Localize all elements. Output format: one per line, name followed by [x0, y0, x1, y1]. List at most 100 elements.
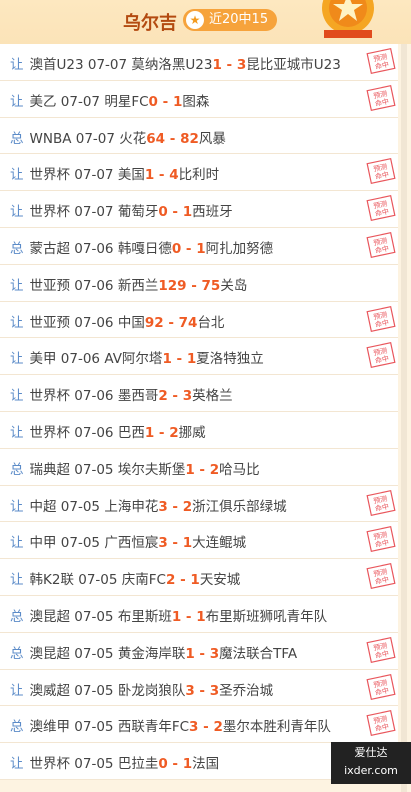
home-score: 1: [144, 167, 155, 184]
bet-type-tag: 总: [10, 719, 24, 736]
bet-type-tag: 让: [10, 314, 24, 331]
away-score: 1: [182, 535, 193, 552]
away-score: 3: [236, 57, 247, 73]
prediction-hit-stamp-icon: 预测命中: [366, 710, 396, 737]
away-team: 西班牙: [192, 204, 233, 221]
prediction-list: 让澳首U23 07-07 莫纳洛黑U231 - 3昆比亚城市U23 预测 命中让美乙…: [0, 44, 398, 780]
list-item[interactable]: 总 WNBA 07-07 火花64 - 82风暴: [0, 117, 398, 155]
list-item[interactable]: 总瑞典超 07-05 埃尔夫斯堡1 - 2哈马比: [0, 448, 398, 486]
bet-type-tag: 总: [10, 130, 24, 147]
away-team: 台北: [197, 314, 225, 331]
list-item[interactable]: 让世亚预 07-06 中国92 - 74台北 预测 命中: [0, 301, 398, 339]
bet-type-tag: 让: [10, 277, 24, 294]
list-item[interactable]: 让美乙 07-07 明星FC0 - 1图森 预测 命中: [0, 80, 398, 118]
home-score: 1: [171, 608, 182, 625]
match-date: 07-05: [78, 572, 118, 589]
match-date: 07-06: [74, 240, 114, 257]
list-item[interactable]: 总澳昆超 07-05 布里斯班1 - 1布里斯班狮吼青年队: [0, 595, 398, 633]
list-item[interactable]: 让韩K2联 07-05 庆南FC2 - 1天安城 预测 命中: [0, 559, 398, 596]
bet-type-tag: 总: [10, 461, 24, 478]
score-separator: -: [167, 388, 183, 405]
list-item[interactable]: 让中超 07-05 上海申花3 - 2浙江俱乐部绿城 预测 命中: [0, 485, 398, 523]
bet-type-tag: 让: [10, 682, 24, 699]
match-text: 总 WNBA 07-07 火花64 - 82风暴: [10, 127, 226, 147]
prediction-hit-stamp-icon: 预测命中: [366, 563, 396, 590]
match-text: 让世界杯 07-07 美国1 - 4比利时: [10, 163, 219, 183]
away-team: 圣乔治城: [219, 682, 274, 699]
home-score: 129: [158, 277, 187, 294]
away-team: 法国: [192, 756, 220, 773]
prediction-hit-stamp-icon: 预测命中: [366, 342, 396, 369]
match-text: 让世界杯 07-06 巴西1 - 2挪威: [10, 421, 206, 441]
home-score: 0: [148, 93, 158, 110]
home-score: 2: [165, 572, 176, 589]
match-date: 07-07: [75, 130, 115, 147]
home-score: 1: [162, 351, 172, 368]
list-item[interactable]: 让世界杯 07-07 葡萄牙0 - 1西班牙 预测 命中: [0, 191, 398, 228]
league-label: 世界杯: [29, 204, 71, 221]
list-item[interactable]: 总蒙古超 07-06 韩嘎日德0 - 1阿扎加努德 预测 命中: [0, 227, 398, 265]
list-item[interactable]: 让世亚预 07-06 新西兰129 - 75关岛: [0, 264, 398, 302]
match-text: 让中超 07-05 上海申花3 - 2浙江俱乐部绿城: [10, 495, 287, 515]
bet-type-tag: 让: [10, 93, 24, 110]
score-separator: -: [181, 240, 197, 257]
league-label: 世亚预: [29, 277, 71, 294]
away-score: 3: [182, 388, 193, 405]
home-team: 巴拉圭: [117, 756, 159, 773]
away-team: 浙江俱乐部绿城: [192, 498, 287, 515]
home-team: 新西兰: [117, 277, 159, 294]
away-score: 3: [209, 682, 220, 699]
away-score: 82: [180, 130, 199, 147]
match-text: 总澳维甲 07-05 西联青年FC3 - 2墨尔本胜利青年队: [10, 715, 331, 735]
list-item[interactable]: 让澳首U23 07-07 莫纳洛黑U231 - 3昆比亚城市U23 预测 命中: [0, 44, 398, 81]
away-score: 2: [213, 719, 223, 736]
match-text: 让世界杯 07-05 巴拉圭0 - 1法国: [10, 752, 219, 772]
list-item[interactable]: 让世界杯 07-06 墨西哥2 - 3英格兰: [0, 375, 398, 412]
match-text: 让中甲 07-05 广西恒宸3 - 1大连鲲城: [10, 531, 246, 551]
home-score: 1: [185, 645, 195, 662]
match-date: 07-05: [74, 756, 114, 773]
home-team: 莫纳洛黑U23: [131, 57, 213, 73]
scrollbar[interactable]: [401, 44, 407, 792]
league-label: 澳昆超: [29, 608, 71, 625]
match-text: 总瑞典超 07-05 埃尔夫斯堡1 - 2哈马比: [10, 458, 260, 478]
home-score: 92: [144, 314, 164, 331]
score-separator: -: [194, 461, 210, 478]
bet-type-tag: 让: [10, 57, 24, 73]
prediction-hit-stamp-icon: 预测命中: [366, 195, 396, 222]
home-score: 3: [158, 498, 168, 515]
prediction-hit-stamp-icon: 预测命中: [366, 48, 396, 74]
list-item[interactable]: 总澳维甲 07-05 西联青年FC3 - 2墨尔本胜利青年队 预测 命中: [0, 706, 398, 744]
league-label: 中超: [29, 498, 57, 515]
match-text: 让澳首U23 07-07 莫纳洛黑U231 - 3昆比亚城市U23: [10, 53, 341, 73]
bet-type-tag: 让: [10, 388, 24, 405]
score-separator: -: [221, 57, 237, 73]
list-item[interactable]: 让世界杯 07-06 巴西1 - 2挪威: [0, 411, 398, 449]
home-team: 西联青年FC: [117, 719, 190, 736]
match-date: 07-06: [74, 277, 114, 294]
list-item[interactable]: 总澳昆超 07-05 黄金海岸联1 - 3魔法联合TFA 预测 命中: [0, 632, 398, 670]
prediction-hit-stamp-icon: 预测命中: [366, 84, 396, 111]
home-score: 2: [158, 388, 168, 405]
match-text: 让世界杯 07-06 墨西哥2 - 3英格兰: [10, 384, 233, 404]
watermark: 爱仕达 ixder.com: [331, 742, 411, 784]
medal-star-icon: [322, 0, 374, 38]
list-item[interactable]: 让世界杯 07-07 美国1 - 4比利时 预测 命中: [0, 154, 398, 192]
league-label: 世界杯: [29, 424, 71, 441]
bet-type-tag: 让: [10, 424, 24, 441]
league-label: WNBA: [29, 130, 72, 147]
away-score: 1: [196, 608, 206, 625]
away-team: 昆比亚城市U23: [246, 57, 341, 73]
list-item[interactable]: 让澳威超 07-05 卧龙岗狼队3 - 3圣乔治城 预测 命中: [0, 669, 398, 707]
star-icon: ★: [186, 11, 204, 29]
score-separator: -: [167, 204, 183, 221]
away-team: 魔法联合TFA: [219, 645, 298, 662]
home-score: 3: [158, 535, 168, 552]
list-item[interactable]: 让美甲 07-06 AV阿尔塔1 - 1夏洛特独立 预测 命中: [0, 338, 398, 376]
away-team: 天安城: [199, 572, 241, 589]
home-team: 巴西: [117, 424, 145, 441]
list-item[interactable]: 让中甲 07-05 广西恒宸3 - 1大连鲲城 预测 命中: [0, 522, 398, 560]
away-score: 2: [209, 461, 220, 478]
league-label: 澳首U23: [29, 57, 84, 73]
match-date: 07-07: [74, 167, 114, 184]
